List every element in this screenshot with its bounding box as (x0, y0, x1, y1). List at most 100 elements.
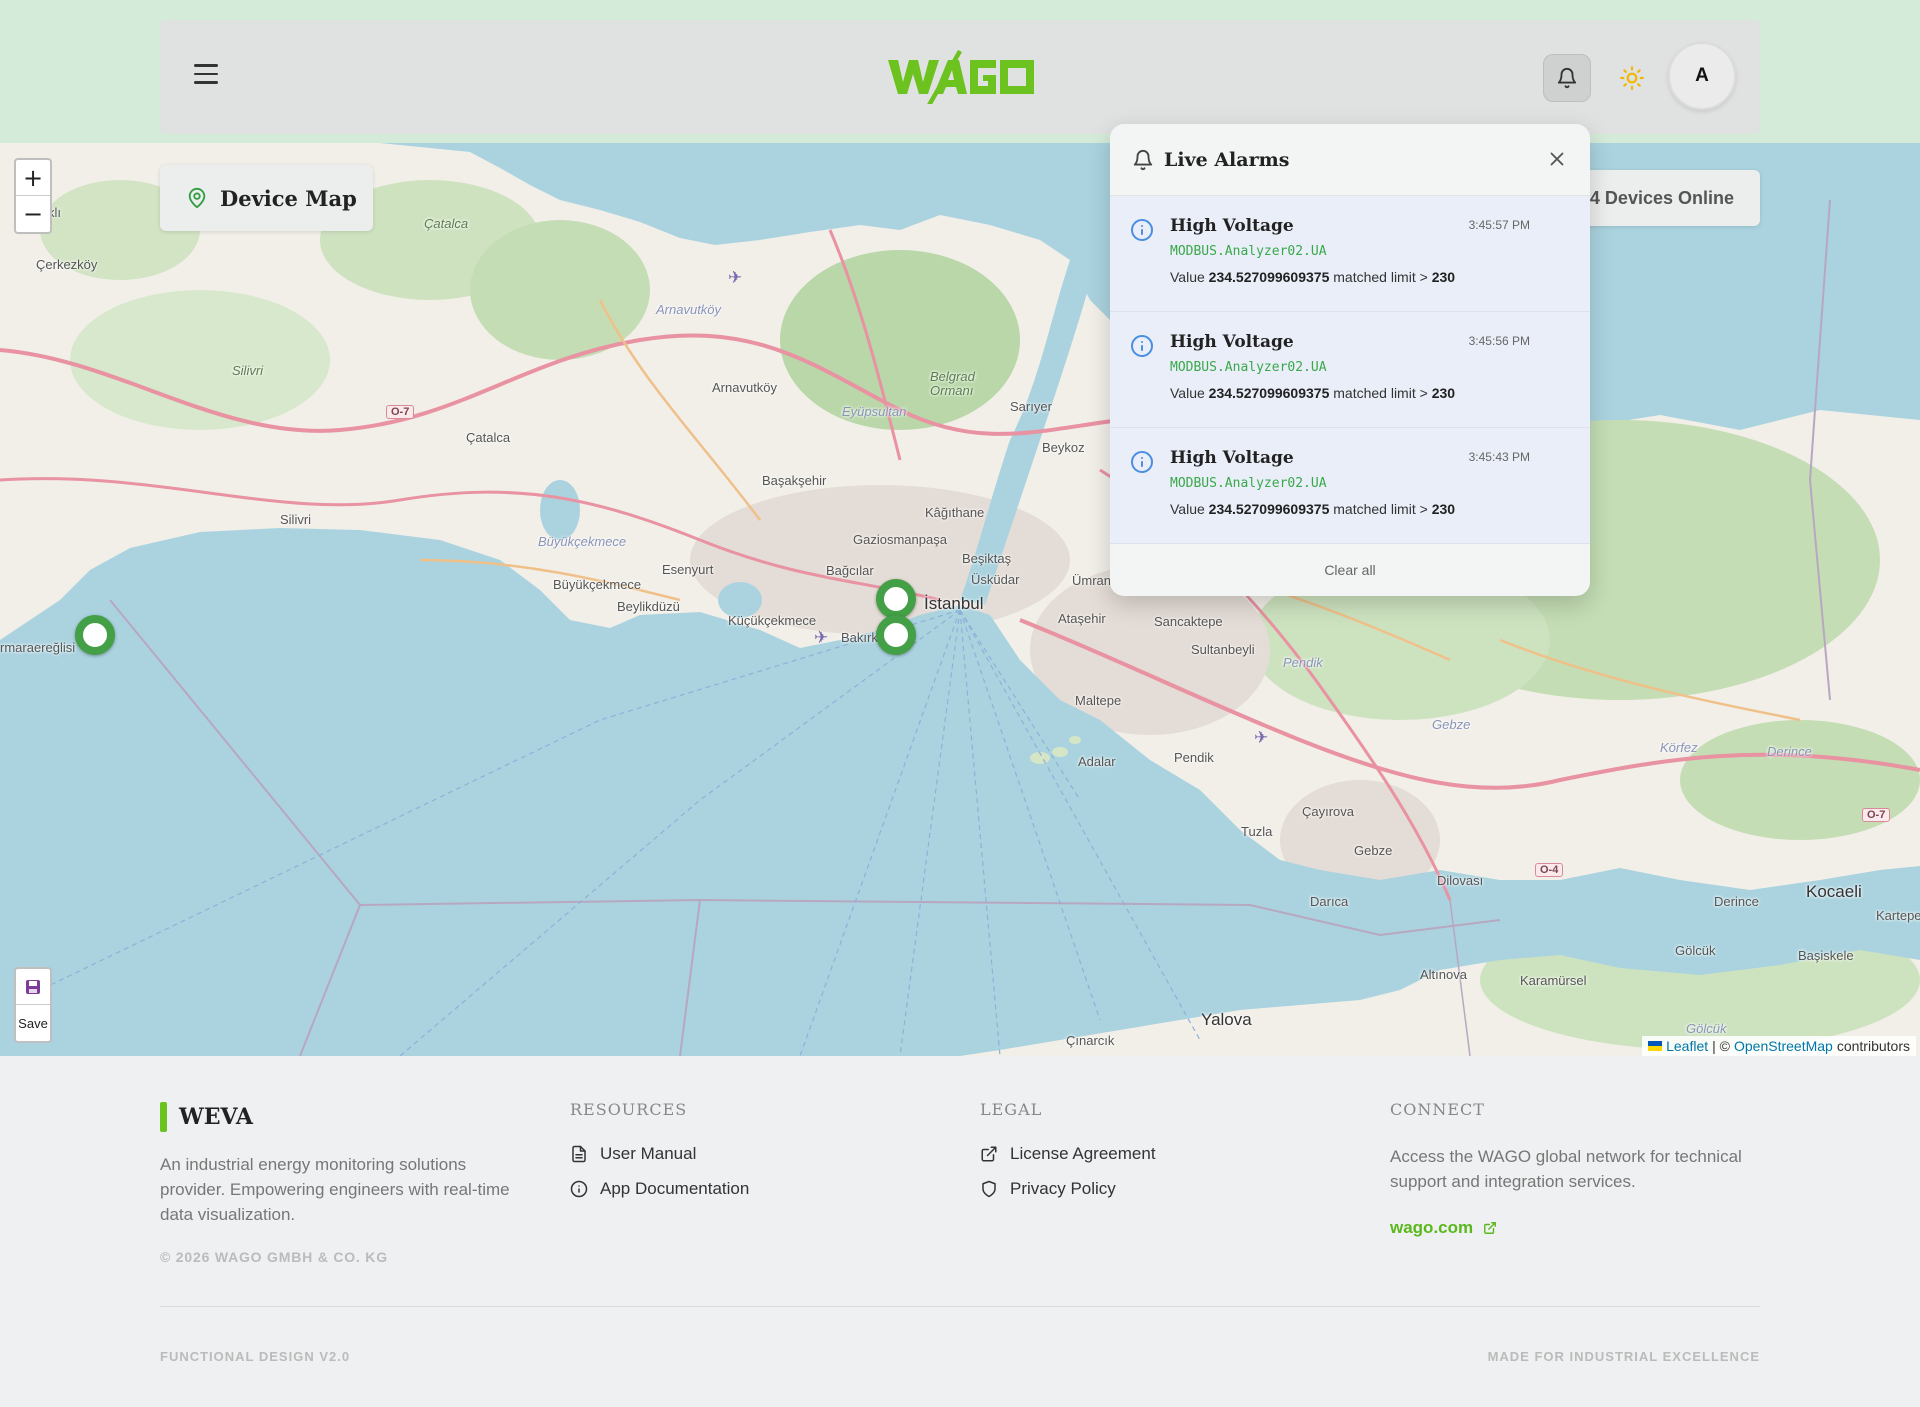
map-label: Eyüpsultan (842, 404, 907, 419)
ukraine-flag-icon (1648, 1041, 1663, 1051)
map-label: Beşiktaş (962, 551, 1012, 566)
map-label: Esenyurt (662, 562, 714, 577)
device-marker[interactable] (876, 615, 916, 655)
map-label: Beykoz (1042, 440, 1085, 455)
leaflet-link[interactable]: Leaflet (1666, 1038, 1708, 1054)
map-label: Pendik (1283, 655, 1323, 670)
menu-icon[interactable] (194, 64, 218, 86)
alarm-limit: 230 (1431, 501, 1456, 517)
info-icon (570, 1180, 588, 1198)
map-label: Gaziosmanpaşa (853, 532, 947, 547)
road-shield: O-4 (1535, 863, 1564, 877)
alarm-item[interactable]: High Voltage 3:45:43 PM MODBUS.Analyzer0… (1110, 428, 1590, 544)
map-label: Çınarcık (1066, 1033, 1115, 1048)
license-agreement-label: License Agreement (1010, 1144, 1156, 1163)
map-label: Beylikdüzü (617, 599, 680, 614)
close-icon[interactable] (1546, 148, 1568, 170)
user-manual-link[interactable]: User Manual (570, 1144, 696, 1164)
map-label: Ataşehir (1058, 611, 1106, 626)
alarm-value-line: Value 234.527099609375 matched limit > 2… (1170, 269, 1590, 285)
device-map-card: Device Map (160, 165, 373, 231)
save-control: Save (14, 967, 52, 1043)
resources-heading: RESOURCES (570, 1100, 688, 1119)
map-label: Silivri (232, 363, 264, 378)
external-link-icon (981, 1146, 997, 1162)
map-label: Gölcük (1686, 1021, 1727, 1036)
save-icon-button[interactable] (16, 969, 50, 1005)
alarm-item[interactable]: High Voltage 3:45:57 PM MODBUS.Analyzer0… (1110, 196, 1590, 312)
alarm-value: 234.527099609375 (1208, 385, 1330, 401)
license-agreement-link[interactable]: License Agreement (980, 1144, 1156, 1164)
alarm-limit: 230 (1431, 269, 1456, 285)
app-header: A (160, 20, 1760, 134)
map-label: Kartepe (1876, 908, 1920, 923)
map-label: Bakırk (841, 630, 878, 645)
map-label: Körfez (1660, 740, 1698, 755)
device-marker[interactable] (876, 579, 916, 619)
map-label: Dilovası (1437, 873, 1484, 888)
alarm-time: 3:45:57 PM (1468, 218, 1530, 232)
map-label: Başakşehir (762, 473, 827, 488)
devices-online-badge: 4 Devices Online (1560, 170, 1760, 226)
map-label: Pendik (1174, 750, 1214, 765)
map-label: Sarıyer (1010, 399, 1052, 414)
theme-toggle-button[interactable] (1612, 58, 1652, 98)
app-documentation-label: App Documentation (600, 1179, 750, 1198)
brand-accent-bar (160, 1102, 167, 1132)
alarm-tag: MODBUS.Analyzer02.UA (1170, 244, 1327, 259)
map-label: Gebze (1432, 717, 1471, 732)
map-label: Arnavutköy (656, 302, 722, 317)
map-label: Büyükçekmece (553, 577, 642, 592)
tagline-text: MADE FOR INDUSTRIAL EXCELLENCE (1487, 1349, 1760, 1364)
map-label: Büyükçekmece (538, 534, 627, 549)
map-attribution: Leaflet | © OpenStreetMap contributors (1642, 1036, 1916, 1056)
map-label: Arnavutköy (712, 380, 778, 395)
alarm-value: 234.527099609375 (1208, 501, 1330, 517)
footer-divider (160, 1306, 1760, 1307)
alarms-header: Live Alarms (1110, 124, 1590, 196)
map-label: Silivri (280, 512, 312, 527)
map-label: Sancaktepe (1154, 614, 1223, 629)
map-label: Maltepe (1075, 693, 1122, 708)
map-label: Gebze (1354, 843, 1393, 858)
attribution-separator: | © (1712, 1038, 1730, 1054)
floppy-icon (26, 979, 40, 994)
map-label-istanbul: İstanbul (924, 594, 984, 613)
map-terrain (0, 143, 1920, 1056)
matched-text: matched limit > (1333, 501, 1428, 517)
save-button[interactable]: Save (16, 1005, 50, 1041)
zoom-in-button[interactable]: + (16, 160, 50, 196)
privacy-policy-link[interactable]: Privacy Policy (980, 1179, 1116, 1199)
notifications-button[interactable] (1543, 54, 1591, 102)
wago-logo[interactable] (888, 48, 1034, 104)
app-documentation-link[interactable]: App Documentation (570, 1179, 749, 1199)
alarm-item[interactable]: High Voltage 3:45:56 PM MODBUS.Analyzer0… (1110, 312, 1590, 428)
value-prefix: Value (1170, 501, 1205, 517)
airport-icon: ✈ (814, 628, 829, 647)
osm-link[interactable]: OpenStreetMap (1734, 1038, 1833, 1054)
version-text: FUNCTIONAL DESIGN V2.0 (160, 1349, 351, 1364)
clear-all-button[interactable]: Clear all (1110, 544, 1590, 596)
info-icon (1131, 219, 1153, 241)
alarm-value-line: Value 234.527099609375 matched limit > 2… (1170, 501, 1590, 517)
bell-icon (1133, 149, 1153, 170)
alarm-time: 3:45:43 PM (1468, 450, 1530, 464)
wago-website-link[interactable]: wago.com (1390, 1218, 1497, 1238)
copyright-text: © 2026 WAGO GMBH & CO. KG (160, 1249, 388, 1265)
bell-icon (1557, 68, 1577, 89)
device-marker[interactable] (75, 615, 115, 655)
alarm-value-line: Value 234.527099609375 matched limit > 2… (1170, 385, 1590, 401)
map-label: Kâğıthane (925, 505, 985, 520)
alarm-time: 3:45:56 PM (1468, 334, 1530, 348)
attribution-suffix: contributors (1836, 1038, 1910, 1054)
zoom-out-button[interactable]: − (16, 196, 50, 232)
legal-heading: LEGAL (980, 1100, 1043, 1119)
map-label: Derince (1714, 894, 1759, 909)
user-avatar[interactable]: A (1668, 42, 1736, 110)
road-shield: O-7 (386, 405, 415, 419)
alarm-tag: MODBUS.Analyzer02.UA (1170, 360, 1327, 375)
map-label: Belgrad Ormanı (930, 369, 975, 398)
map-label: Çayırova (1302, 804, 1355, 819)
matched-text: matched limit > (1333, 269, 1428, 285)
device-map[interactable]: Çerkezköy klı Çatalca Çatalca Silivri Si… (0, 0, 1920, 1056)
